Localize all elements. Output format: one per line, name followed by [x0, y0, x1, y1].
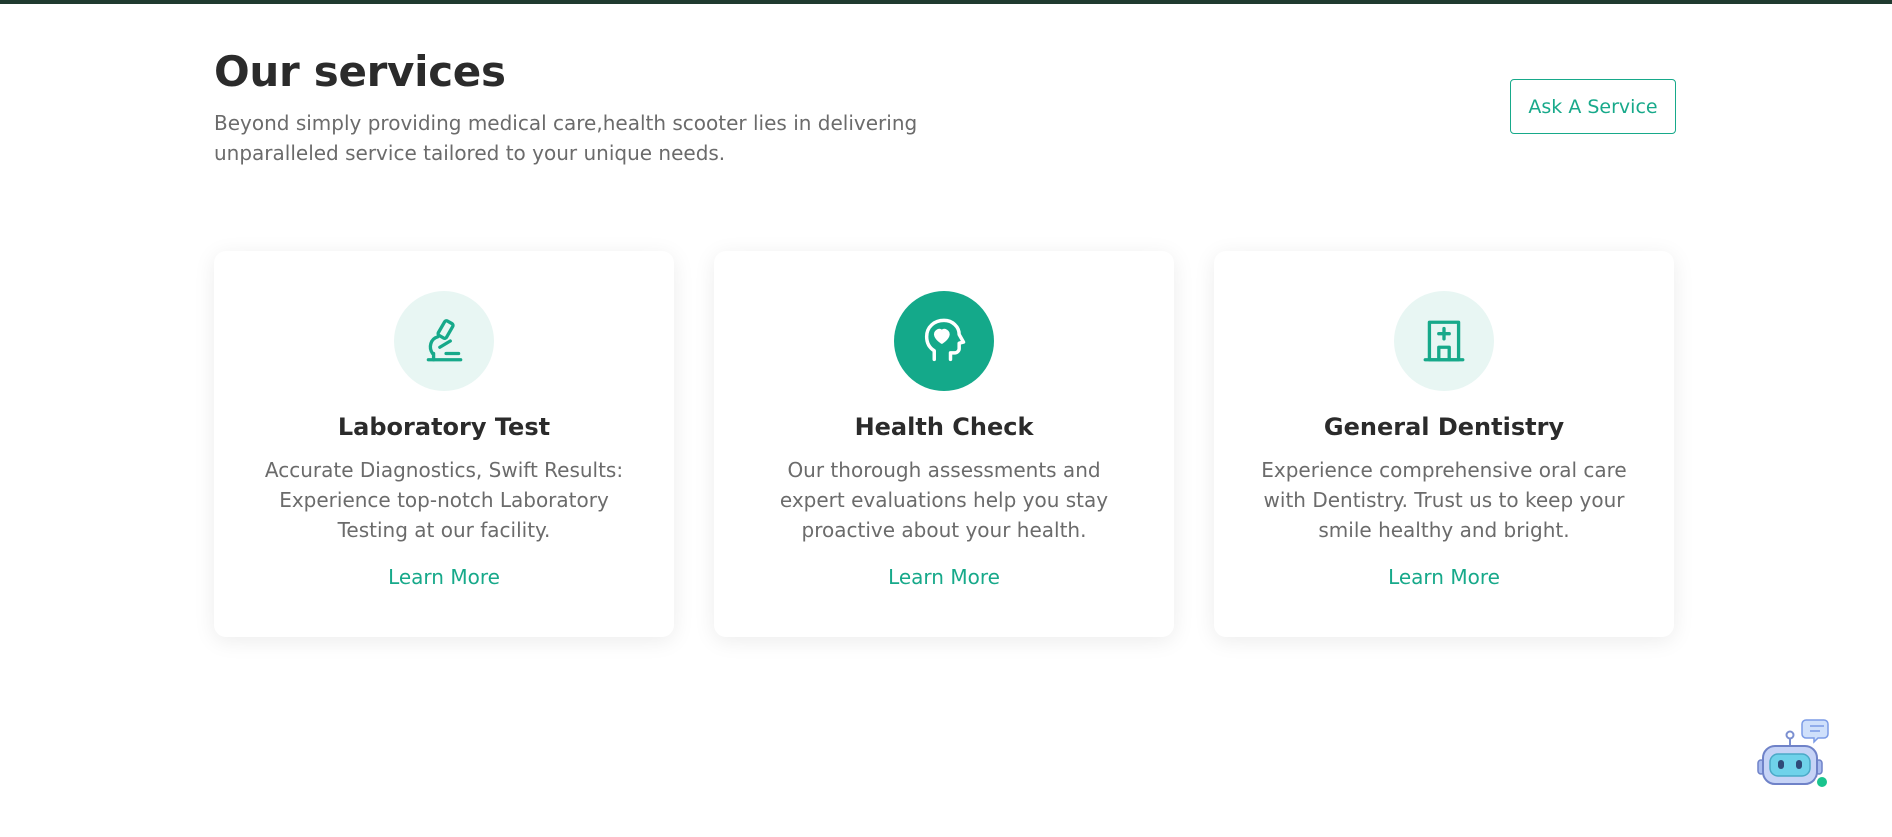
page-title: Our services	[214, 47, 506, 96]
learn-more-link[interactable]: Learn More	[388, 565, 500, 589]
services-header: Our services Beyond simply providing med…	[214, 46, 1676, 176]
service-cards: Laboratory Test Accurate Diagnostics, Sw…	[214, 251, 1674, 637]
ask-a-service-button[interactable]: Ask A Service	[1510, 79, 1676, 134]
card-description: Experience comprehensive oral care with …	[1261, 458, 1627, 542]
card-description: Accurate Diagnostics, Swift Results: Exp…	[264, 458, 624, 542]
card-title: Health Check	[854, 413, 1034, 441]
service-card-laboratory-test: Laboratory Test Accurate Diagnostics, Sw…	[214, 251, 674, 637]
chatbot-button[interactable]	[1752, 714, 1840, 794]
card-description: Our thorough assessments and expert eval…	[779, 458, 1109, 542]
service-card-general-dentistry: General Dentistry Experience comprehensi…	[1214, 251, 1674, 637]
service-card-health-check: Health Check Our thorough assessments an…	[714, 251, 1174, 637]
card-title: Laboratory Test	[337, 413, 551, 441]
learn-more-link[interactable]: Learn More	[888, 565, 1000, 589]
page-subtitle: Beyond simply providing medical care,hea…	[214, 111, 918, 165]
icon-circle	[894, 291, 994, 391]
card-title: General Dentistry	[1323, 413, 1565, 441]
chatbot-robot-icon	[1757, 719, 1829, 789]
top-border	[0, 0, 1892, 4]
hospital-icon	[1423, 320, 1465, 362]
microscope-icon	[426, 319, 463, 362]
icon-circle	[394, 291, 494, 391]
head-heart-icon	[924, 318, 966, 362]
icon-circle	[1394, 291, 1494, 391]
learn-more-link[interactable]: Learn More	[1388, 565, 1500, 589]
